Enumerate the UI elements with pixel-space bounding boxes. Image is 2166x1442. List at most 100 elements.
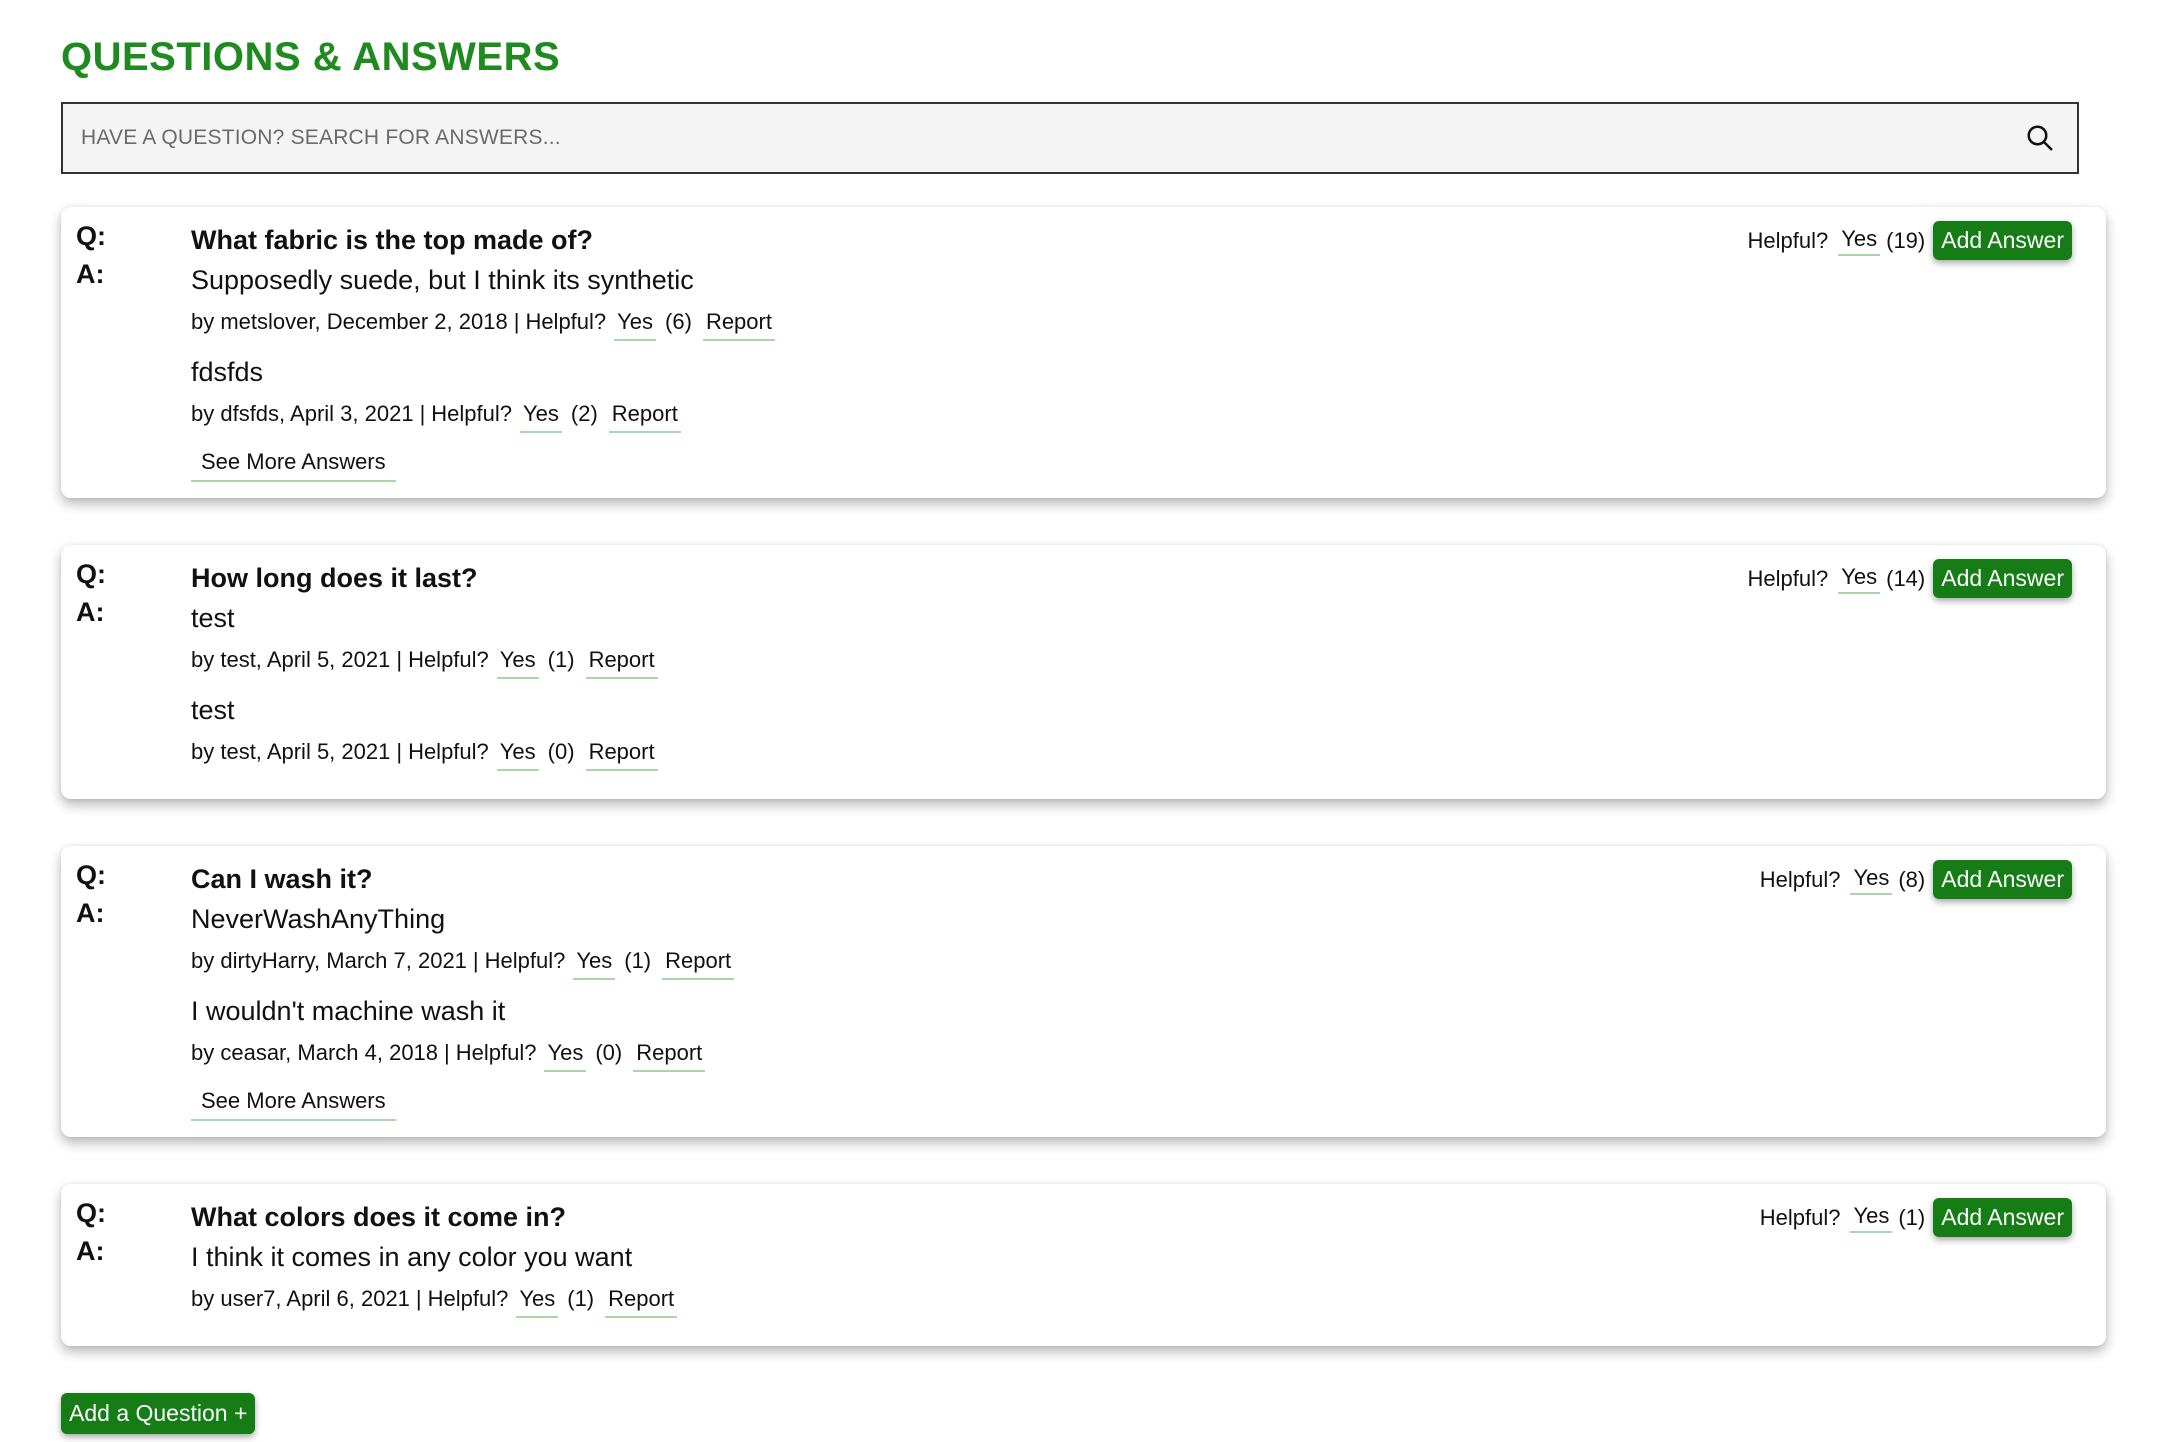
helpful-label: Helpful? [1759, 866, 1841, 892]
report-link[interactable]: Report [608, 399, 681, 433]
helpful-count: (1) [547, 647, 575, 672]
answer-text: I think it comes in any color you want [191, 1242, 633, 1272]
answer-author: by dirtyHarry, March 7, 2021 [191, 948, 467, 973]
answer-text: I wouldn't machine wash it [191, 996, 506, 1026]
helpful-label: Helpful? [1759, 1204, 1841, 1230]
helpful-count: (0) [547, 739, 575, 764]
report-link[interactable]: Report [605, 1284, 678, 1318]
helpful-yes-link[interactable]: Yes [1838, 564, 1881, 594]
report-link[interactable]: Report [662, 946, 735, 980]
answer-text: test [191, 695, 235, 725]
helpful-yes-link[interactable]: Yes [614, 307, 657, 341]
helpful-label: Helpful? [408, 739, 489, 764]
question-actions: Helpful? Yes (8) Add Answer [1760, 860, 2072, 899]
separator: | [396, 647, 403, 672]
add-answer-button[interactable]: Add Answer [1933, 221, 2072, 260]
answer-text: fdsfds [191, 357, 264, 387]
report-link[interactable]: Report [633, 1038, 706, 1072]
helpful-yes-link[interactable]: Yes [496, 737, 539, 771]
separator: | [419, 401, 426, 426]
question-text: What colors does it come in? [191, 1202, 567, 1232]
question-card: Q: How long does it last? Helpful? Yes (… [61, 545, 2106, 799]
q-label: Q: [76, 860, 106, 890]
answer-author: by test, April 5, 2021 [191, 739, 391, 764]
helpful-yes-link[interactable]: Yes [573, 946, 616, 980]
answer-author: by metslover, December 2, 2018 [191, 309, 508, 334]
helpful-label: Helpful? [1747, 227, 1829, 253]
see-more-answers-button[interactable]: See More Answers [191, 447, 396, 482]
add-answer-button[interactable]: Add Answer [1933, 860, 2072, 899]
helpful-count: (1) [624, 948, 652, 973]
helpful-yes-link[interactable]: Yes [516, 1284, 559, 1318]
answer-meta: by test, April 5, 2021 | Helpful? Yes (1… [191, 645, 2106, 679]
question-card: Q: What fabric is the top made of? Helpf… [61, 207, 2106, 498]
answer-text: test [191, 603, 235, 633]
answer-meta: by metslover, December 2, 2018 | Helpful… [191, 307, 2106, 341]
question-text: How long does it last? [191, 563, 478, 593]
a-label: A: [76, 898, 105, 928]
see-more-answers-button[interactable]: See More Answers [191, 1086, 396, 1121]
helpful-label: Helpful? [484, 948, 566, 973]
answer-meta: by user7, April 6, 2021 | Helpful? Yes (… [191, 1284, 2106, 1318]
answer-author: by ceasar, March 4, 2018 [191, 1040, 439, 1065]
helpful-yes-link[interactable]: Yes [496, 645, 539, 679]
q-label: Q: [76, 1198, 106, 1228]
answer-author: by user7, April 6, 2021 [191, 1286, 410, 1311]
separator: | [396, 739, 403, 764]
question-card: Q: Can I wash it? Helpful? Yes (8) Add A… [61, 846, 2106, 1137]
question-actions: Helpful? Yes (1) Add Answer [1760, 1198, 2072, 1237]
question-actions: Helpful? Yes (14) Add Answer [1748, 559, 2072, 598]
separator: | [444, 1040, 450, 1065]
separator: | [415, 1286, 422, 1311]
answer-text: NeverWashAnyThing [191, 904, 446, 934]
question-text: What fabric is the top made of? [191, 225, 594, 255]
helpful-yes-link[interactable]: Yes [544, 1038, 587, 1072]
helpful-count: (0) [595, 1040, 623, 1065]
search-input[interactable] [79, 125, 2025, 151]
answer-meta: by dfsfds, April 3, 2021 | Helpful? Yes … [191, 399, 2106, 433]
helpful-label: Helpful? [408, 647, 489, 672]
question-list: Q: What fabric is the top made of? Helpf… [61, 207, 2106, 1346]
answer-meta: by test, April 5, 2021 | Helpful? Yes (0… [191, 737, 2106, 771]
report-link[interactable]: Report [702, 307, 775, 341]
helpful-count: (19) [1886, 227, 1926, 253]
helpful-count: (2) [570, 401, 598, 426]
helpful-count: (1) [1898, 1204, 1926, 1230]
a-label: A: [76, 1236, 105, 1266]
answer-text: Supposedly suede, but I think its synthe… [191, 265, 694, 295]
question-card: Q: What colors does it come in? Helpful?… [61, 1184, 2106, 1346]
helpful-yes-link[interactable]: Yes [1850, 1203, 1893, 1233]
helpful-yes-link[interactable]: Yes [1850, 865, 1893, 895]
helpful-count: (8) [1898, 866, 1926, 892]
answer-meta: by ceasar, March 4, 2018 | Helpful? Yes … [191, 1038, 2106, 1072]
qa-section: QUESTIONS & ANSWERS Q: What fabric is th… [0, 0, 2106, 1434]
helpful-label: Helpful? [525, 309, 607, 334]
helpful-label: Helpful? [1747, 565, 1829, 591]
helpful-yes-link[interactable]: Yes [520, 399, 562, 433]
add-answer-button[interactable]: Add Answer [1933, 559, 2072, 598]
page-title: QUESTIONS & ANSWERS [61, 35, 561, 79]
separator: | [472, 948, 479, 973]
q-label: Q: [76, 559, 106, 589]
report-link[interactable]: Report [585, 737, 658, 771]
a-label: A: [76, 597, 105, 627]
helpful-label: Helpful? [427, 1286, 509, 1311]
answer-author: by test, April 5, 2021 [191, 647, 391, 672]
helpful-yes-link[interactable]: Yes [1838, 226, 1881, 256]
helpful-label: Helpful? [431, 401, 513, 426]
answer-author: by dfsfds, April 3, 2021 [191, 401, 414, 426]
report-link[interactable]: Report [585, 645, 658, 679]
question-actions: Helpful? Yes (19) Add Answer [1748, 221, 2072, 260]
helpful-count: (1) [567, 1286, 595, 1311]
search-icon[interactable] [2025, 123, 2055, 153]
search-bar [61, 102, 2079, 174]
q-label: Q: [76, 221, 106, 251]
helpful-count: (14) [1886, 565, 1926, 591]
helpful-count: (6) [665, 309, 692, 334]
add-question-button[interactable]: Add a Question + [61, 1393, 256, 1434]
separator: | [513, 309, 520, 334]
question-text: Can I wash it? [191, 864, 373, 894]
a-label: A: [76, 259, 105, 289]
helpful-label: Helpful? [455, 1040, 537, 1065]
add-answer-button[interactable]: Add Answer [1933, 1198, 2072, 1237]
